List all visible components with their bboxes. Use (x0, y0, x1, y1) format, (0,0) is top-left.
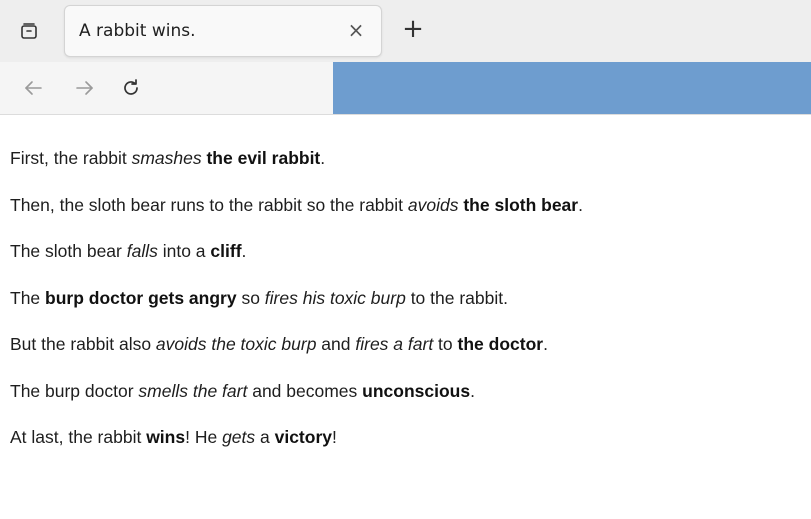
story-bold: wins (146, 427, 186, 447)
reload-button[interactable] (114, 70, 148, 106)
forward-arrow-icon (76, 81, 93, 95)
story-text: The burp doctor (10, 380, 139, 401)
story-line-5: But the rabbit also avoids the toxic bur… (10, 332, 811, 356)
story-text: First, the rabbit (10, 148, 132, 168)
story-line-2: Then, the sloth bear runs to the rabbit … (10, 193, 811, 217)
story-line-4: The burp doctor gets angry so fires his … (10, 286, 811, 310)
back-arrow-icon (25, 81, 42, 95)
new-tab-button[interactable]: + (395, 12, 431, 48)
back-button[interactable] (16, 70, 50, 106)
story-text: . (543, 334, 548, 354)
story-bold: unconscious (362, 380, 471, 401)
story-text: But the rabbit also (10, 334, 156, 354)
story-line-6: The burp doctor smells the fart and beco… (10, 379, 811, 403)
story-text: The sloth bear (10, 241, 127, 261)
story-text: The (10, 287, 46, 308)
tabs-list-button[interactable] (8, 12, 50, 50)
story-text: into a (157, 241, 211, 261)
story-bold: burp doctor gets angry (45, 287, 237, 308)
story-italic: smashes (131, 148, 202, 168)
story-text: a (255, 427, 275, 447)
navigation-bar (0, 62, 811, 114)
story-text: ! He (185, 427, 223, 447)
story-bold: cliff (210, 241, 242, 261)
story-text: . (470, 380, 475, 401)
story-text: ! (332, 427, 337, 447)
story-text: so (236, 287, 265, 308)
reload-icon (124, 79, 138, 95)
tabs-list-icon (21, 23, 37, 39)
story-text: . (578, 194, 583, 215)
story-bold: the evil rabbit (206, 148, 321, 168)
page-content: First, the rabbit smashes the evil rabbi… (10, 146, 811, 472)
toolbar-divider (0, 114, 811, 115)
story-italic: falls (126, 241, 158, 261)
story-text: and becomes (247, 380, 363, 401)
tab-title: A rabbit wins. (79, 21, 196, 41)
story-italic: fires his toxic burp (264, 287, 406, 308)
story-italic: fires a fart (355, 334, 434, 354)
story-italic: smells the fart (138, 380, 248, 401)
tab-bar: A rabbit wins. × + (0, 0, 811, 62)
story-bold: victory (274, 427, 332, 447)
story-bold: the doctor (457, 334, 544, 354)
story-line-1: First, the rabbit smashes the evil rabbi… (10, 146, 811, 170)
story-text: . (241, 241, 247, 261)
story-italic: avoids (407, 194, 459, 215)
story-line-3: The sloth bear falls into a cliff. (10, 239, 811, 263)
story-text: At last, the rabbit (10, 427, 147, 447)
story-text: Then, the sloth bear runs to the rabbit … (10, 194, 408, 215)
story-text: to the rabbit. (405, 287, 508, 308)
address-bar[interactable] (333, 62, 811, 114)
tab-active[interactable]: A rabbit wins. × (64, 5, 382, 57)
story-text: and (316, 334, 356, 354)
close-tab-button[interactable]: × (345, 18, 367, 42)
story-text: to (433, 334, 458, 354)
forward-button[interactable] (68, 70, 102, 106)
story-bold: the sloth bear (463, 194, 579, 215)
story-italic: avoids the toxic burp (155, 334, 317, 354)
story-line-7: At last, the rabbit wins! He gets a vict… (10, 425, 811, 449)
story-text: . (320, 148, 326, 168)
story-italic: gets (222, 427, 256, 447)
